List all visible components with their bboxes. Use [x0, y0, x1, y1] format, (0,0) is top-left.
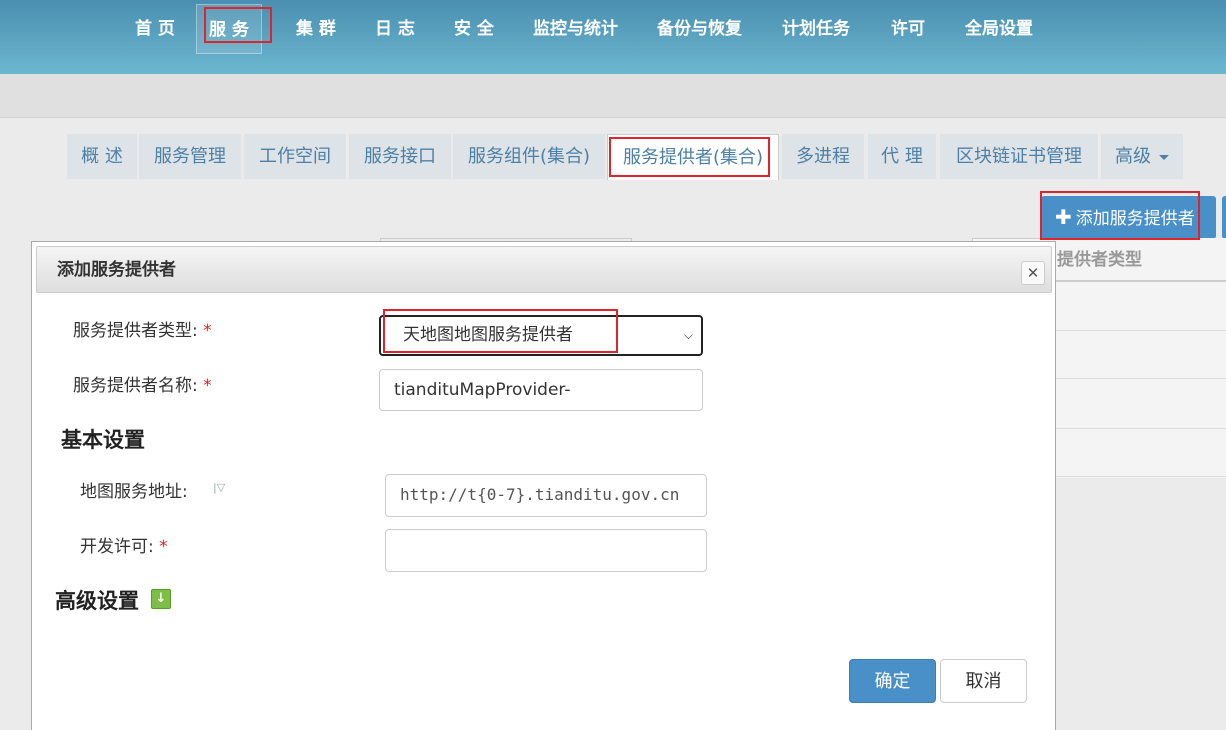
- background-table-header: 提供者类型: [1055, 238, 1226, 282]
- secondary-toolbar-button[interactable]: [1222, 196, 1226, 239]
- tab-advanced[interactable]: 高级: [1101, 134, 1183, 179]
- required-mark: *: [203, 321, 212, 341]
- nav-item-cluster[interactable]: 集 群: [296, 4, 336, 54]
- nav-item-home[interactable]: 首 页: [135, 4, 175, 54]
- tab-service-components[interactable]: 服务组件(集合): [453, 134, 605, 179]
- tab-overview[interactable]: 概 述: [67, 134, 137, 179]
- tab-advanced-label: 高级: [1115, 146, 1151, 167]
- info-dropdown-icon[interactable]: |▽: [213, 481, 233, 497]
- nav-item-scheduled-tasks[interactable]: 计划任务: [782, 4, 850, 54]
- provider-type-label-text: 服务提供者类型:: [73, 321, 198, 341]
- tab-multi-process[interactable]: 多进程: [782, 134, 864, 179]
- tab-workspace[interactable]: 工作空间: [244, 134, 346, 179]
- provider-type-label: 服务提供者类型: *: [73, 316, 212, 341]
- tab-service-interfaces[interactable]: 服务接口: [349, 134, 451, 179]
- top-nav: 首 页 服 务 集 群 日 志 安 全 监控与统计 备份与恢复 计划任务 许可 …: [0, 0, 1226, 74]
- add-provider-button[interactable]: ✚ 添加服务提供者: [1041, 196, 1216, 239]
- provider-type-select[interactable]: 天地图地图服务提供者 ⌵: [379, 315, 703, 356]
- close-icon[interactable]: ✕: [1021, 261, 1045, 285]
- cancel-button[interactable]: 取消: [940, 659, 1027, 703]
- tab-proxy[interactable]: 代 理: [868, 134, 936, 179]
- plus-icon: ✚: [1055, 205, 1072, 229]
- tab-service-providers[interactable]: 服务提供者(集合): [607, 134, 779, 180]
- map-url-label: 地图服务地址:: [80, 482, 188, 502]
- dev-key-label: 开发许可: *: [80, 532, 168, 557]
- dialog-title: 添加服务提供者: [57, 260, 176, 280]
- add-provider-label: 添加服务提供者: [1075, 209, 1195, 229]
- table-row-divider: [1055, 476, 1226, 477]
- table-row-divider: [1055, 378, 1226, 379]
- provider-name-input[interactable]: tiandituMapProvider-: [379, 369, 703, 411]
- nav-item-monitoring[interactable]: 监控与统计: [533, 4, 618, 54]
- required-mark: *: [159, 537, 168, 557]
- nav-item-license[interactable]: 许可: [891, 4, 925, 54]
- nav-item-security[interactable]: 安 全: [454, 4, 494, 54]
- tab-service-management[interactable]: 服务管理: [139, 134, 241, 179]
- nav-item-services[interactable]: 服 务: [196, 4, 262, 54]
- table-row-divider: [1055, 428, 1226, 429]
- provider-name-label-text: 服务提供者名称:: [73, 376, 198, 396]
- provider-name-label: 服务提供者名称: *: [73, 371, 212, 396]
- required-mark: *: [203, 376, 212, 396]
- basic-settings-heading: 基本设置: [61, 428, 145, 452]
- background-table: 提供者类型: [1055, 238, 1226, 478]
- nav-item-logs[interactable]: 日 志: [375, 4, 415, 54]
- provider-type-selected-value: 天地图地图服务提供者: [403, 325, 573, 345]
- caret-down-icon: [1159, 154, 1169, 160]
- dev-key-input[interactable]: [385, 529, 707, 572]
- nav-item-global-settings[interactable]: 全局设置: [965, 4, 1033, 54]
- dialog-header: 添加服务提供者 ✕: [36, 246, 1052, 293]
- chevron-down-icon: ⌵: [683, 328, 693, 342]
- map-url-input[interactable]: http://t{0-7}.tianditu.gov.cn: [385, 474, 707, 517]
- sub-header-bar: [0, 74, 1226, 118]
- confirm-button[interactable]: 确定: [849, 659, 936, 703]
- table-row-divider: [1055, 330, 1226, 331]
- advanced-settings-heading[interactable]: 高级设置: [55, 585, 139, 615]
- expand-down-icon[interactable]: ↓: [151, 589, 171, 609]
- tab-blockchain-certificates[interactable]: 区块链证书管理: [940, 134, 1098, 179]
- dev-key-label-text: 开发许可:: [80, 537, 154, 557]
- nav-item-backup[interactable]: 备份与恢复: [657, 4, 742, 54]
